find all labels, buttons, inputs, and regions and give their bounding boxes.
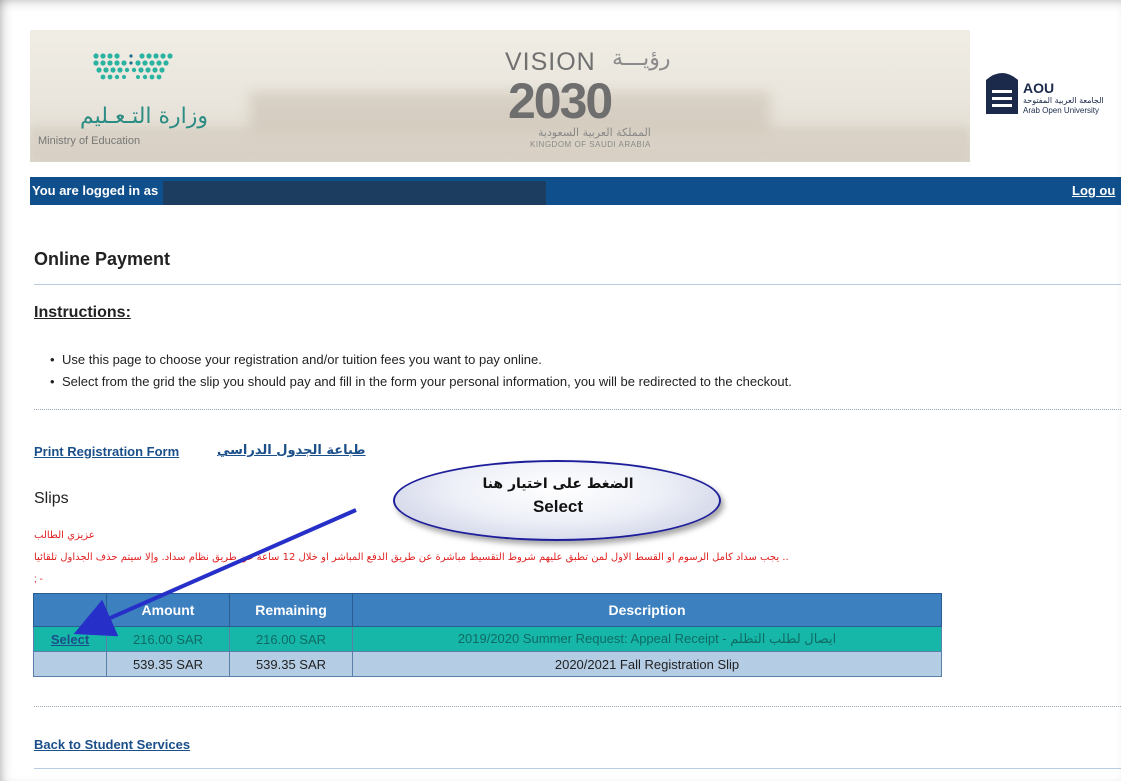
ministry-name-arabic: وزارة التـعـليم <box>80 104 209 129</box>
print-registration-form-link[interactable]: Print Registration Form <box>34 444 179 459</box>
student-notice-greeting: عزيزي الطالب <box>34 530 95 541</box>
logout-link[interactable]: Log ou <box>1072 183 1115 198</box>
remaining-cell: 216.00 SAR <box>229 626 353 652</box>
slips-table: Amount Remaining Description Select 216.… <box>33 593 942 677</box>
page-title: Online Payment <box>34 249 171 269</box>
select-cell <box>33 651 107 677</box>
instruction-item: Use this page to choose your registratio… <box>50 352 792 367</box>
column-header-amount: Amount <box>106 593 230 627</box>
amount-cell: 539.35 SAR <box>106 651 230 677</box>
kingdom-name-english: KINGDOM OF SAUDI ARABIA <box>530 140 651 149</box>
description-cell: 2020/2021 Fall Registration Slip <box>352 651 942 677</box>
kingdom-name-arabic: المملكة العربية السعودية <box>538 126 651 139</box>
print-schedule-arabic-link[interactable]: طباعة الجدول الدراسي <box>217 443 366 458</box>
column-header-description: Description <box>352 593 942 627</box>
redacted-username <box>163 181 546 205</box>
slips-heading: Slips <box>34 490 69 507</box>
table-row: Select 216.00 SAR 216.00 SAR 2019/2020 S… <box>33 626 942 652</box>
table-row: 539.35 SAR 539.35 SAR 2020/2021 Fall Reg… <box>33 651 942 677</box>
student-notice-extra: ; - <box>34 574 43 585</box>
aou-name-english: Arab Open University <box>1023 106 1100 115</box>
title-divider <box>34 284 1121 285</box>
vision-2030-number: 2030 <box>508 73 613 129</box>
ministry-name-english: Ministry of Education <box>38 135 141 147</box>
callout-text-english: Select <box>532 497 584 516</box>
remaining-cell: 539.35 SAR <box>229 651 353 677</box>
amount-cell: 216.00 SAR <box>106 626 230 652</box>
instructions-heading: Instructions: <box>34 304 131 321</box>
footer-divider <box>34 768 1121 769</box>
column-header-remaining: Remaining <box>229 593 353 627</box>
table-header-row: Amount Remaining Description <box>33 593 942 627</box>
logged-in-label: You are logged in as <box>32 183 159 198</box>
aou-name-arabic: الجامعة العربية المفتوحة <box>1023 96 1104 105</box>
table-divider <box>34 706 1121 708</box>
aou-logo-icon <box>986 73 1018 114</box>
callout-text-arabic: الضغط على اختيار هنا <box>482 476 634 492</box>
back-to-student-services-link[interactable]: Back to Student Services <box>34 737 190 752</box>
aou-title: AOU <box>1023 80 1055 96</box>
instructions-list: Use this page to choose your registratio… <box>50 352 792 396</box>
select-slip-link[interactable]: Select <box>51 632 89 647</box>
instruction-item: Select from the grid the slip you should… <box>50 374 792 389</box>
instructions-divider <box>34 409 1121 411</box>
column-header-select <box>33 593 107 627</box>
vision-word-arabic: رؤيـــة <box>612 46 671 71</box>
description-cell: 2019/2020 Summer Request: Appeal Receipt… <box>352 626 942 652</box>
select-cell: Select <box>33 626 107 652</box>
student-notice-text: .. يجب سداد كامل الرسوم او القسط الاول ل… <box>34 552 789 563</box>
